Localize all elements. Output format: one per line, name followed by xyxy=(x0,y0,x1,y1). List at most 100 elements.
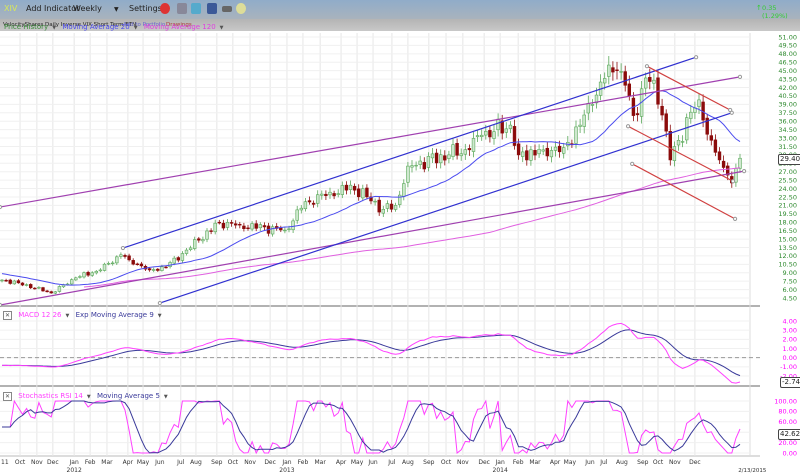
candle-down xyxy=(356,188,361,198)
x-axis-label: Aug xyxy=(402,459,414,466)
candle-up xyxy=(201,239,205,242)
candle-up xyxy=(336,193,340,195)
candle-down xyxy=(254,223,258,229)
chevron-down-icon[interactable]: ▼ xyxy=(52,25,56,31)
candle-up xyxy=(643,77,648,89)
price-tick-label: 40.50 xyxy=(778,92,797,100)
candlesticks xyxy=(0,56,742,295)
candle-down xyxy=(135,263,139,266)
candle-down xyxy=(197,238,201,241)
alert-icon[interactable] xyxy=(160,3,170,14)
stoch-rsi-line xyxy=(2,399,741,455)
candle-down xyxy=(660,105,664,116)
price-tick-label: 4.50 xyxy=(783,294,797,302)
candle-up xyxy=(303,201,308,210)
chevron-down-icon[interactable]: ▼ xyxy=(66,313,70,319)
candle-down xyxy=(307,200,312,203)
candle-up xyxy=(106,263,111,265)
price-tick-label: 43.50 xyxy=(778,75,797,83)
chart-canvas[interactable]: 51.0049.5048.0046.5045.0043.5042.0040.50… xyxy=(0,0,800,473)
close-panel-icon[interactable]: ✕ xyxy=(3,392,13,401)
candle-up xyxy=(258,224,262,229)
macd-tick-label: -1.00 xyxy=(780,363,797,371)
candle-up xyxy=(529,149,533,161)
candle-up xyxy=(82,272,86,278)
candle-down xyxy=(209,230,213,232)
x-axis-label: Oct xyxy=(15,459,26,466)
camera-icon[interactable] xyxy=(222,6,232,12)
add-indicator-button[interactable]: Add Indicator xyxy=(26,4,79,13)
price-history-legend[interactable]: Price History xyxy=(4,23,48,31)
chevron-down-icon[interactable]: ▼ xyxy=(87,394,91,400)
toolbar: XIV Add Indicator Weekly ▼ Settings ↑ 0.… xyxy=(0,0,800,20)
ma120-legend[interactable]: Moving Average 120 xyxy=(144,23,216,31)
candle-up xyxy=(496,118,500,131)
price-tick-label: 24.00 xyxy=(778,185,797,193)
stoch-rsi-legend-label[interactable]: Stochastics RSI 14 xyxy=(18,392,83,400)
candle-down xyxy=(4,279,8,282)
price-tick-label: 36.00 xyxy=(778,117,797,125)
candle-down xyxy=(123,255,127,257)
candle-down xyxy=(467,148,472,151)
interval-select[interactable]: Weekly xyxy=(73,4,102,13)
candle-down xyxy=(139,263,144,267)
ma20-legend[interactable]: Moving Average 20 xyxy=(62,23,129,31)
macd-tick-label: 0.00 xyxy=(783,354,797,362)
candle-up xyxy=(270,226,275,235)
x-axis-label: Oct xyxy=(228,459,239,466)
candle-up xyxy=(582,114,586,127)
close-panel-icon[interactable]: ✕ xyxy=(3,311,13,320)
candle-down xyxy=(611,67,615,73)
candle-up xyxy=(406,165,410,183)
candle-down xyxy=(246,227,250,229)
macd-signal-line xyxy=(2,329,741,377)
x-axis-label: Jun xyxy=(154,459,165,466)
stoch-tick-label: 60.00 xyxy=(778,418,797,426)
candle-up xyxy=(12,280,16,285)
candle-up xyxy=(590,104,595,106)
candle-down xyxy=(147,268,152,271)
candle-up xyxy=(471,138,476,152)
chevron-down-icon[interactable]: ▼ xyxy=(164,394,168,400)
candle-up xyxy=(0,279,4,282)
candle-down xyxy=(709,135,714,141)
chevron-down-icon[interactable]: ▼ xyxy=(134,25,138,31)
candle-down xyxy=(217,221,221,224)
stoch-ma-legend-label[interactable]: Moving Average 5 xyxy=(97,392,160,400)
price-tick-label: 12.00 xyxy=(778,252,797,260)
ema-legend-label[interactable]: Exp Moving Average 9 xyxy=(76,311,154,319)
candle-down xyxy=(229,222,234,224)
interval-chevron-down-icon[interactable]: ▼ xyxy=(114,6,119,13)
settings-button[interactable]: Settings xyxy=(129,4,162,13)
x-axis-label: Dec xyxy=(478,459,490,466)
candle-up xyxy=(402,183,406,197)
macd-legend-label[interactable]: MACD 12 26 xyxy=(18,311,61,319)
candle-down xyxy=(262,225,267,228)
candle-up xyxy=(90,272,94,276)
candle-down xyxy=(717,151,722,161)
print-icon[interactable] xyxy=(177,3,187,14)
candle-up xyxy=(299,207,303,211)
candle-up xyxy=(684,117,689,141)
candle-up xyxy=(180,253,185,261)
stoch-tick-label: 80.00 xyxy=(778,408,797,416)
red-channel-middle xyxy=(627,125,734,182)
candle-up xyxy=(586,103,591,114)
chevron-down-icon[interactable]: ▼ xyxy=(158,313,162,319)
candle-down xyxy=(516,143,521,156)
price-tick-label: 25.50 xyxy=(778,176,797,184)
candle-down xyxy=(455,143,459,156)
facebook-icon[interactable] xyxy=(207,3,217,14)
chat-icon[interactable] xyxy=(236,3,246,14)
candle-down xyxy=(352,185,357,191)
symbol-label: XIV xyxy=(4,4,18,13)
candle-up xyxy=(184,249,189,254)
stoch-tick-label: 20.00 xyxy=(778,439,797,447)
candle-up xyxy=(438,154,443,164)
x-axis-label: Nov xyxy=(669,459,681,466)
candle-down xyxy=(221,222,226,229)
candle-down xyxy=(557,145,562,153)
twitter-icon[interactable] xyxy=(191,3,201,14)
chevron-down-icon[interactable]: ▼ xyxy=(220,25,224,31)
candle-up xyxy=(295,209,299,221)
